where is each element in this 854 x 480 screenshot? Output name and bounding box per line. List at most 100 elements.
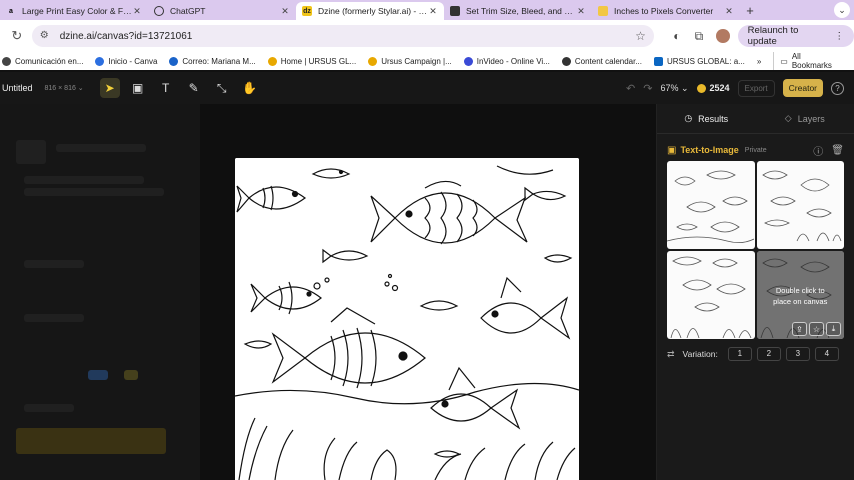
tab-results[interactable]: ◷ Results [657,104,756,133]
bookmark-item[interactable]: Content calendar... [561,56,642,66]
bookmark-favicon-icon [654,56,663,66]
bookmark-item[interactable]: Comunicación en... [2,56,84,66]
tab-layers[interactable]: ◇ Layers [756,104,854,133]
all-bookmarks-button[interactable]: ▭ All Bookmarks [773,52,848,70]
section-title: Text-to-Image [680,145,739,155]
variation-button-2[interactable]: 2 [756,347,781,361]
tab-search-icon[interactable]: ⌄ [834,2,850,18]
creator-button[interactable]: Creator [782,79,823,97]
url-text[interactable]: dzine.ai/canvas?id=13721061 [60,31,635,42]
left-panel-blurred [0,104,200,480]
bookmark-label: InVideo - Online Vi... [476,56,550,66]
new-tab-button[interactable]: + [740,2,760,20]
document-title[interactable]: Untitled [2,83,33,93]
site-info-icon[interactable]: ⚙ [40,30,52,42]
omnibox[interactable]: ⚙ dzine.ai/canvas?id=13721061 ☆ [31,25,654,47]
extension-icon[interactable]: ◐ [666,29,688,43]
panel-placeholder [124,370,138,380]
fish-coloring-page-image [235,158,579,480]
bookmark-item[interactable]: Inicio - Canva [95,56,157,66]
amazon-icon: a [9,7,13,15]
trash-icon[interactable]: 🗑 [831,145,844,156]
kdp-icon [450,6,460,16]
credits-count: 2524 [709,83,730,93]
private-badge: Private [744,146,767,154]
variation-button-1[interactable]: 1 [727,347,752,361]
bookmark-favicon-icon [95,56,105,66]
close-tab-icon[interactable]: ✕ [428,6,438,17]
fish-thumbnail-image [761,170,841,242]
close-tab-icon[interactable]: ✕ [132,6,142,17]
help-icon[interactable]: ? [831,81,844,95]
bookmark-item[interactable]: Home | URSUS GL... [267,56,357,66]
browser-tab[interactable]: ChatGPT ✕ [148,2,296,20]
variation-label: Variation: [682,349,718,359]
variation-button-4[interactable]: 4 [814,347,839,361]
bookmark-item[interactable]: InVideo - Online Vi... [463,56,550,66]
relaunch-label: Relaunch to update [747,25,799,47]
credits-display[interactable]: 2524 [696,83,730,93]
variation-button-3[interactable]: 3 [785,347,810,361]
result-thumbnail[interactable] [667,251,755,339]
panel-placeholder [24,176,144,184]
zoom-level: 67% [660,82,679,93]
reload-icon[interactable]: ↻ [8,28,26,44]
tab-title: Inches to Pixels Converter [614,6,714,16]
result-thumbnail-hovered[interactable]: Double click to place on canvas ⇪ ☆ ⤓ [756,251,844,339]
bookmark-item[interactable]: Correo: Mariana M... [169,56,256,66]
browser-tab[interactable]: a Large Print Easy Color & Fran ✕ [0,2,148,20]
select-tool-icon[interactable]: ➤ [99,78,120,98]
coin-icon [696,83,706,93]
download-icon[interactable]: ⤓ [826,322,841,336]
bookmark-favicon-icon [561,56,571,66]
place-on-canvas-hint: Double click to place on canvas [773,286,828,306]
relaunch-button[interactable]: Relaunch to update ⋮ [737,25,854,47]
close-tab-icon[interactable]: ✕ [724,6,734,17]
zoom-dropdown[interactable]: 67% ⌄ [660,83,688,94]
result-thumbnail[interactable] [756,161,844,249]
doc-icon [598,6,608,16]
generate-button-blurred [16,428,166,454]
bookmarks-overflow-button[interactable]: » [757,57,761,66]
browser-tab[interactable]: Set Trim Size, Bleed, and Mar ✕ [444,2,592,20]
layers-icon: ◇ [784,113,792,123]
text-to-image-icon: ▣ [667,144,677,156]
bookmark-label: Home | URSUS GL... [280,56,357,66]
hand-tool-icon[interactable]: ✋ [240,78,260,98]
canvas-artboard[interactable] [235,158,579,480]
export-button[interactable]: Export [737,79,775,97]
dzine-icon: dz [302,6,312,16]
bookmark-favicon-icon [2,56,11,66]
app-toolbar: Untitled 816 × 816 ⌄ ➤ ▣ T ✎ ⤡ ✋ ↶ ↷ 67%… [0,72,854,104]
text-tool-icon[interactable]: T [156,78,176,98]
bookmark-item[interactable]: Ursus Campaign |... [368,56,452,66]
share-icon[interactable]: ⇪ [792,322,807,336]
tab-title: Dzine (formerly Stylar.ai) - Th [318,6,428,16]
result-thumbnail[interactable] [667,161,755,249]
image-tool-icon[interactable]: ▣ [128,78,148,98]
more-menu-icon[interactable]: ⋮ [835,31,845,42]
info-icon[interactable]: ⓘ [813,143,823,158]
profile-avatar[interactable] [715,29,730,43]
extensions-puzzle-icon[interactable]: ⧉ [688,29,710,44]
bookmark-item[interactable]: URSUS GLOBAL: a... [654,56,745,66]
bookmark-label: URSUS GLOBAL: a... [667,56,745,66]
bookmark-star-icon[interactable]: ☆ [635,29,646,43]
close-tab-icon[interactable]: ✕ [280,6,290,17]
panel-placeholder [16,140,46,164]
redo-icon[interactable]: ↷ [643,82,652,95]
undo-icon[interactable]: ↶ [626,82,635,95]
panel-placeholder [24,404,74,412]
pen-tool-icon[interactable]: ✎ [184,78,204,98]
collapse-tool-icon[interactable]: ⤡ [212,78,232,98]
browser-tab-active[interactable]: dz Dzine (formerly Stylar.ai) - Th ✕ [296,2,444,20]
browser-tab-strip: a Large Print Easy Color & Fran ✕ ChatGP… [0,0,854,20]
favorite-star-icon[interactable]: ☆ [809,322,824,336]
bookmark-label: Comunicación en... [15,56,84,66]
browser-tab[interactable]: Inches to Pixels Converter ✕ [592,2,740,20]
close-tab-icon[interactable]: ✕ [576,6,586,17]
canvas-size-dropdown[interactable]: 816 × 816 ⌄ [45,84,84,92]
bookmark-favicon-icon [267,56,277,66]
bookmark-label: Correo: Mariana M... [182,56,256,66]
variation-row: ⇄ Variation: 1 2 3 4 [667,347,839,361]
